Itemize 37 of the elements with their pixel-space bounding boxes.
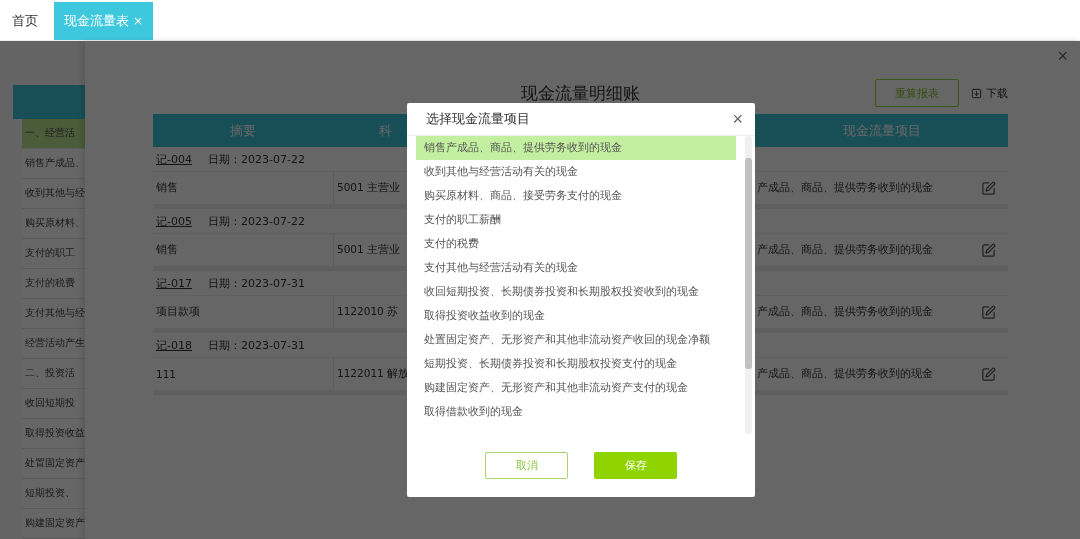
download-icon: [971, 87, 982, 99]
scrollbar-thumb[interactable]: [745, 158, 752, 369]
tab[interactable]: 现金流量表 ×: [54, 2, 154, 40]
option-item[interactable]: 取得投资收益收到的现金: [416, 304, 736, 328]
voucher-link[interactable]: 记-018: [156, 337, 192, 353]
table-cell-text: 产成品、商品、提供劳务收到的现金: [756, 367, 933, 381]
download-button[interactable]: 下载: [971, 85, 1008, 101]
close-icon[interactable]: ×: [133, 14, 144, 28]
table-cell-text: 产成品、商品、提供劳务收到的现金: [756, 305, 933, 319]
table-cell-text: 产成品、商品、提供劳务收到的现金: [756, 243, 933, 257]
recalculate-button[interactable]: 重算报表: [875, 79, 959, 107]
edit-icon[interactable]: [981, 180, 996, 196]
voucher-link[interactable]: 记-017: [156, 275, 192, 291]
column-header: 摘要: [153, 114, 333, 147]
close-button[interactable]: ×: [1053, 47, 1072, 65]
edit-icon[interactable]: [981, 366, 996, 382]
option-item[interactable]: 支付的税费: [416, 232, 736, 256]
option-item[interactable]: 处置固定资产、无形资产和其他非流动资产收回的现金净额: [416, 328, 736, 352]
cancel-button[interactable]: 取消: [485, 452, 568, 479]
scrollbar[interactable]: [745, 136, 752, 434]
table-cell-text: 产成品、商品、提供劳务收到的现金: [756, 181, 933, 195]
voucher-date: 日期：2023-07-22: [207, 151, 305, 167]
option-item[interactable]: 支付的职工薪酬: [416, 208, 736, 232]
voucher-date: 日期：2023-07-31: [207, 275, 305, 291]
save-button[interactable]: 保存: [594, 452, 677, 479]
edit-icon[interactable]: [981, 304, 996, 320]
sidebar-header: [13, 85, 85, 119]
voucher-link[interactable]: 记-005: [156, 213, 192, 229]
report-title: 现金流量明细账: [521, 81, 640, 105]
voucher-date: 日期：2023-07-31: [207, 337, 305, 353]
option-item[interactable]: 取得借款收到的现金: [416, 400, 736, 424]
column-header: 现金流量项目: [755, 114, 1008, 147]
option-item[interactable]: 销售产成品、商品、提供劳务收到的现金: [416, 136, 736, 160]
tab[interactable]: 首页: [0, 2, 50, 40]
voucher-date: 日期：2023-07-22: [207, 213, 305, 229]
voucher-link[interactable]: 记-004: [156, 151, 192, 167]
edit-icon[interactable]: [981, 242, 996, 258]
